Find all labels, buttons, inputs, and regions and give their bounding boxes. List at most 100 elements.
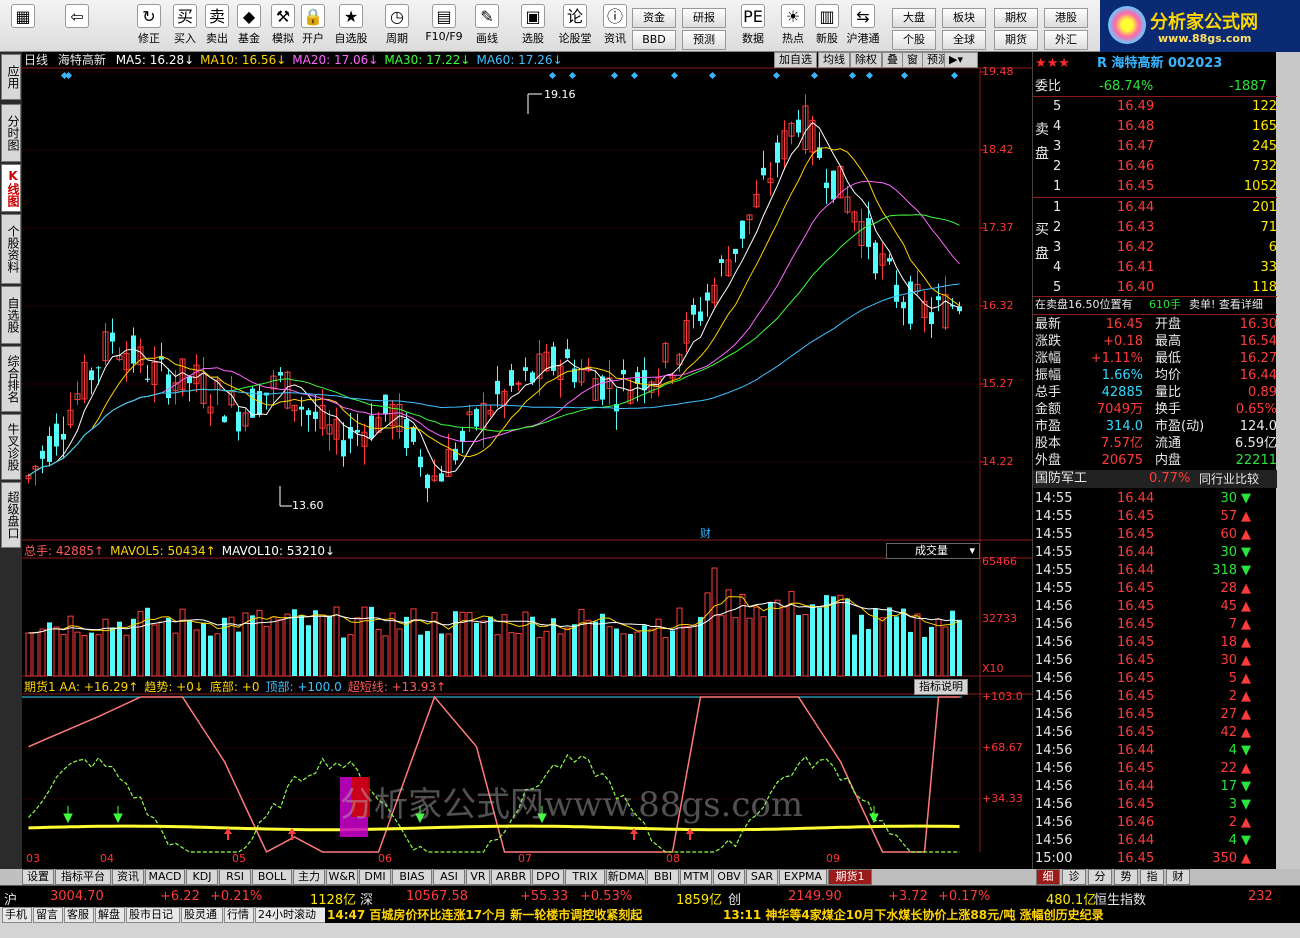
toolbar-small-button[interactable]: 个股 <box>892 30 936 50</box>
bottom-button[interactable]: 股市日记 <box>126 907 180 923</box>
left-tab[interactable]: 应用 <box>1 54 21 100</box>
toolbar-button-back-arrow[interactable]: ⇦ <box>60 2 94 50</box>
indicator-tab[interactable]: W&R <box>326 869 358 885</box>
indicator-tab[interactable]: TRIX <box>565 869 605 885</box>
bottom-button[interactable]: 24小时滚动 <box>255 907 333 923</box>
news-item-1[interactable]: 14:47 百城房价环比连涨17个月 新一轮楼市调控收紧刻起 <box>327 907 642 923</box>
toolbar-small-button[interactable]: 外汇 <box>1044 30 1088 50</box>
indicator-tab[interactable]: 新DMA <box>606 869 646 885</box>
toolbar-button-forum[interactable]: 论论股堂 <box>558 2 592 50</box>
quote-tab[interactable]: 分 <box>1088 869 1112 885</box>
sector-compare-link[interactable]: 同行业比较 <box>1199 470 1259 488</box>
bottom-button[interactable]: 留言 <box>33 907 63 923</box>
sector-row[interactable]: 国防军工 0.77% 同行业比较 <box>1033 470 1277 488</box>
indicator-tab[interactable]: ARBR <box>491 869 531 885</box>
chart-canvas[interactable] <box>22 52 1032 869</box>
chart-option-button[interactable]: 叠 <box>882 52 903 68</box>
toolbar-small-button[interactable]: 资金 <box>632 8 676 28</box>
indicator-tab[interactable]: 设置 <box>22 869 54 885</box>
toolbar-small-button[interactable]: 期权 <box>994 8 1038 28</box>
kline-chart-panel[interactable]: 日线 海特高新 MA5: 16.28↓ MA10: 16.56↓ MA20: 17.… <box>22 52 1032 869</box>
indicator-tab[interactable]: MTM <box>680 869 712 885</box>
level-price[interactable]: 16.42 <box>1117 239 1154 257</box>
chart-option-button[interactable]: 加自选 <box>774 52 817 68</box>
toolbar-button-sell[interactable]: 卖卖出 <box>200 2 234 50</box>
indicator-tab[interactable]: 指标平台 <box>55 869 111 885</box>
toolbar-button-star[interactable]: ★ 自选股 <box>334 2 368 50</box>
toolbar-small-button[interactable]: 港股 <box>1044 8 1088 28</box>
volume-select[interactable]: 成交量 ▾ <box>886 543 980 559</box>
toolbar-button-hammer[interactable]: ⚒ 模拟 <box>266 2 300 50</box>
toolbar-small-button[interactable]: 板块 <box>942 8 986 28</box>
level-price[interactable]: 16.44 <box>1117 199 1154 217</box>
left-tab[interactable]: K线图 <box>1 164 21 212</box>
toolbar-button-screen[interactable]: ▣ 选股 <box>516 2 550 50</box>
level-price[interactable]: 16.43 <box>1117 219 1154 237</box>
toolbar-button-hot[interactable]: ☀ 热点 <box>776 2 810 50</box>
left-tab[interactable]: 综合排名 <box>1 346 21 412</box>
toolbar-small-button[interactable]: 大盘 <box>892 8 936 28</box>
chart-menu-button[interactable]: ▶▾ <box>944 52 978 68</box>
bottom-button[interactable]: 股灵通 <box>181 907 223 923</box>
indicator-tab[interactable]: RSI <box>219 869 251 885</box>
toolbar-small-button[interactable]: BBD <box>632 30 676 50</box>
indicator-tab[interactable]: DMI <box>359 869 391 885</box>
quote-tab[interactable]: 财 <box>1166 869 1190 885</box>
toolbar-button-hk[interactable]: ⇆ 沪港通 <box>846 2 880 50</box>
level-price[interactable]: 16.48 <box>1117 118 1154 136</box>
indicator-tab[interactable]: 资讯 <box>112 869 144 885</box>
quote-tab[interactable]: 势 <box>1114 869 1138 885</box>
indicator-tab[interactable]: 主力 <box>293 869 325 885</box>
toolbar-button-pe[interactable]: PE 数据 <box>736 2 770 50</box>
indicator-tab[interactable]: DPO <box>532 869 564 885</box>
bottom-button[interactable]: 客服 <box>64 907 94 923</box>
quote-tab[interactable]: 细 <box>1036 869 1060 885</box>
toolbar-button-ipo[interactable]: ▥ 新股 <box>810 2 844 50</box>
level-price[interactable]: 16.46 <box>1117 158 1154 176</box>
indicator-tab[interactable]: EXPMA <box>779 869 827 885</box>
toolbar-button-lock[interactable]: 🔒 开户 <box>296 2 330 50</box>
quote-scrollbar[interactable] <box>1276 52 1300 885</box>
quote-tab[interactable]: 指 <box>1140 869 1164 885</box>
toolbar-button-pencil[interactable]: ✎ 画线 <box>470 2 504 50</box>
indicator-tab[interactable]: OBV <box>713 869 745 885</box>
indicator-tab[interactable]: KDJ <box>186 869 218 885</box>
indicator-tab[interactable]: VR <box>466 869 490 885</box>
toolbar-small-button[interactable]: 全球 <box>942 30 986 50</box>
level-price[interactable]: 16.41 <box>1117 259 1154 277</box>
toolbar-button-clock[interactable]: ◷ 周期 <box>380 2 414 50</box>
indicator-help-button[interactable]: 指标说明 <box>914 679 968 695</box>
order-notice[interactable]: 在卖盘16.50位置有 610手 卖单! 查看详细 <box>1033 296 1277 314</box>
indicator-tab[interactable]: BBI <box>647 869 679 885</box>
news-item-2[interactable]: 13:11 神华等4家煤企10月下水煤长协价上涨88元/吨 涨幅创历史纪录 <box>723 907 1104 923</box>
toolbar-small-button[interactable]: 预测 <box>682 30 726 50</box>
chart-option-button[interactable]: 窗 <box>902 52 923 68</box>
indicator-tab[interactable]: BIAS <box>392 869 432 885</box>
toolbar-small-button[interactable]: 期货 <box>994 30 1038 50</box>
bottom-button[interactable]: 手机 <box>2 907 32 923</box>
left-tab[interactable]: 自选股 <box>1 286 21 344</box>
indicator-tab[interactable]: 期货1 <box>828 869 872 885</box>
left-tab[interactable]: 超级盘口 <box>1 482 21 548</box>
toolbar-button-windows[interactable]: ▦ <box>6 2 40 50</box>
bottom-button[interactable]: 行情 <box>224 907 254 923</box>
toolbar-small-button[interactable]: 研报 <box>682 8 726 28</box>
toolbar-button-f10[interactable]: ▤ F10/F9 <box>420 2 468 50</box>
toolbar-button-info[interactable]: ⓘ 资讯 <box>598 2 632 50</box>
left-tab[interactable]: 个股资料 <box>1 214 21 284</box>
level-price[interactable]: 16.47 <box>1117 138 1154 156</box>
bottom-button[interactable]: 解盘 <box>95 907 125 923</box>
left-tab[interactable]: 牛叉诊股 <box>1 414 21 480</box>
indicator-tab[interactable]: ASI <box>433 869 465 885</box>
chart-option-button[interactable]: 除权 <box>850 52 882 68</box>
chart-option-button[interactable]: 均线 <box>818 52 850 68</box>
indicator-tab[interactable]: MACD <box>145 869 185 885</box>
left-tab[interactable]: 分时图 <box>1 104 21 162</box>
quote-tab[interactable]: 诊 <box>1062 869 1086 885</box>
indicator-tab[interactable]: SAR <box>746 869 778 885</box>
toolbar-button-fund[interactable]: ◆ 基金 <box>232 2 266 50</box>
indicator-tab[interactable]: BOLL <box>252 869 292 885</box>
toolbar-button-refresh[interactable]: ↻ 修正 <box>132 2 166 50</box>
level-price[interactable]: 16.40 <box>1117 279 1154 297</box>
level-price[interactable]: 16.45 <box>1117 178 1154 196</box>
